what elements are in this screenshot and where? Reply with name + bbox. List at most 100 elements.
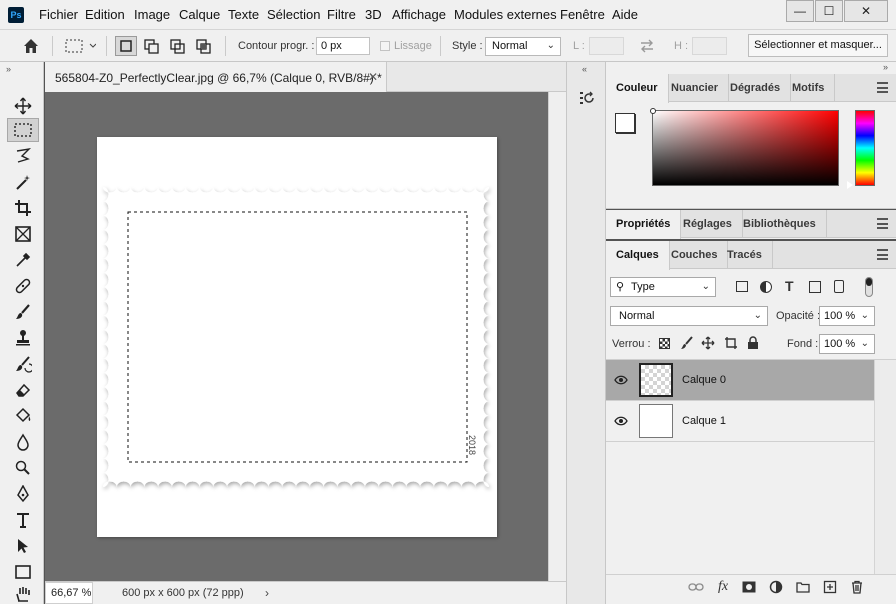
shape-layer-filter-icon[interactable] xyxy=(809,281,821,293)
layer-row-calque-0[interactable]: Calque 0 xyxy=(606,360,874,401)
adjustment-layer-filter-icon[interactable] xyxy=(760,281,772,293)
close-tab-icon[interactable]: ✕ xyxy=(368,70,378,84)
menu-image[interactable]: Image xyxy=(134,7,170,22)
crop-tool-icon[interactable] xyxy=(7,196,39,220)
canvas-area[interactable]: 2018 xyxy=(45,92,548,581)
type-layer-filter-icon[interactable]: T xyxy=(785,278,794,294)
delete-layer-icon[interactable] xyxy=(848,579,866,595)
clone-stamp-tool-icon[interactable] xyxy=(7,326,39,350)
menu-texte[interactable]: Texte xyxy=(228,7,259,22)
panel-menu-icon[interactable] xyxy=(877,249,888,260)
eraser-tool-icon[interactable] xyxy=(7,378,39,402)
expand-panel-icon[interactable]: » xyxy=(6,64,11,74)
paint-bucket-tool-icon[interactable] xyxy=(7,404,39,428)
visibility-eye-icon[interactable] xyxy=(614,415,628,427)
add-mask-icon[interactable] xyxy=(740,579,758,595)
new-selection-mode-icon[interactable] xyxy=(115,36,137,56)
tab-degrades[interactable]: Dégradés xyxy=(720,74,792,102)
new-adjustment-layer-icon[interactable] xyxy=(767,579,785,595)
new-layer-icon[interactable] xyxy=(821,579,839,595)
menu-fichier[interactable]: Fichier xyxy=(39,7,78,22)
feather-input[interactable]: 0 px xyxy=(316,37,370,55)
menu-aide[interactable]: Aide xyxy=(612,7,638,22)
type-tool-icon[interactable] xyxy=(7,508,39,532)
blend-mode-select[interactable]: Normal ⌄ xyxy=(610,306,768,326)
visibility-eye-icon[interactable] xyxy=(614,374,628,386)
layers-scrollbar[interactable] xyxy=(874,360,896,574)
layer-row-calque-1[interactable]: Calque 1 xyxy=(606,401,874,442)
menu-affichage[interactable]: Affichage xyxy=(392,7,446,22)
minimize-button[interactable]: — xyxy=(786,0,814,22)
tab-couleur[interactable]: Couleur xyxy=(606,74,669,103)
subtract-selection-mode-icon[interactable] xyxy=(167,36,189,56)
zoom-level-field[interactable]: 66,67 % xyxy=(45,582,93,604)
history-panel-icon[interactable] xyxy=(574,86,600,110)
healing-brush-tool-icon[interactable] xyxy=(7,274,39,298)
add-selection-mode-icon[interactable] xyxy=(141,36,163,56)
tab-motifs[interactable]: Motifs xyxy=(782,74,836,102)
menu-3d[interactable]: 3D xyxy=(365,7,382,22)
frame-tool-icon[interactable] xyxy=(7,222,39,246)
tab-traces[interactable]: Tracés xyxy=(717,241,773,269)
home-icon[interactable] xyxy=(22,37,40,58)
panel-menu-icon[interactable] xyxy=(877,218,888,229)
move-tool-icon[interactable] xyxy=(7,94,39,118)
blur-tool-icon[interactable] xyxy=(7,430,39,454)
collapse-right-dock-icon[interactable]: » xyxy=(883,62,888,72)
menu-edition[interactable]: Edition xyxy=(85,7,125,22)
fill-input[interactable]: 100 % ⌄ xyxy=(819,334,875,354)
rectangular-marquee-preset-icon[interactable] xyxy=(64,38,97,57)
select-and-mask-button[interactable]: Sélectionner et masquer... xyxy=(748,34,888,57)
layer-name[interactable]: Calque 0 xyxy=(682,374,726,386)
document-tab[interactable]: 565804-Z0_PerfectlyClear.jpg @ 66,7% (Ca… xyxy=(45,62,387,92)
eyedropper-tool-icon[interactable] xyxy=(7,248,39,272)
menu-calque[interactable]: Calque xyxy=(179,7,220,22)
link-layers-icon[interactable] xyxy=(687,579,705,595)
foreground-color-swatch[interactable] xyxy=(615,113,635,133)
document-canvas[interactable]: 2018 xyxy=(97,137,497,537)
width-input[interactable] xyxy=(589,37,624,55)
lock-position-icon[interactable] xyxy=(701,336,715,353)
style-select[interactable]: Normal ⌄ xyxy=(485,37,561,56)
lock-all-icon[interactable] xyxy=(747,336,759,353)
hue-slider-handle-icon[interactable] xyxy=(847,181,853,189)
layer-name[interactable]: Calque 1 xyxy=(682,415,726,427)
filter-toggle[interactable] xyxy=(865,277,873,297)
opacity-input[interactable]: 100 % ⌄ xyxy=(819,306,875,326)
panel-menu-icon[interactable] xyxy=(877,82,888,93)
tab-nuancier[interactable]: Nuancier xyxy=(661,74,730,102)
collapse-panels-icon[interactable]: « xyxy=(582,64,587,74)
hand-tool-icon[interactable] xyxy=(7,582,39,604)
menu-filtre[interactable]: Filtre xyxy=(327,7,356,22)
height-input[interactable] xyxy=(692,37,727,55)
lock-image-pixels-icon[interactable] xyxy=(680,336,694,353)
layer-filter-select[interactable]: ⚲ Type ⌄ xyxy=(610,277,716,297)
lock-artboard-icon[interactable] xyxy=(724,336,738,353)
menu-modules-externes[interactable]: Modules externes xyxy=(454,7,557,22)
smart-object-filter-icon[interactable] xyxy=(834,280,844,293)
rectangle-tool-icon[interactable] xyxy=(7,560,39,584)
path-selection-tool-icon[interactable] xyxy=(7,534,39,558)
new-group-icon[interactable] xyxy=(794,579,812,595)
status-menu-arrow-icon[interactable]: › xyxy=(265,586,269,600)
tab-bibliotheques[interactable]: Bibliothèques xyxy=(733,210,827,238)
brush-tool-icon[interactable] xyxy=(7,300,39,324)
lock-transparent-pixels-icon[interactable] xyxy=(659,338,670,349)
dodge-tool-icon[interactable] xyxy=(7,456,39,480)
antialias-checkbox[interactable] xyxy=(380,41,390,51)
pixel-layer-filter-icon[interactable] xyxy=(736,281,748,292)
maximize-button[interactable]: ☐ xyxy=(815,0,843,22)
hue-slider[interactable] xyxy=(855,110,875,186)
color-picker-field[interactable] xyxy=(652,110,839,186)
lasso-tool-icon[interactable] xyxy=(7,144,39,168)
color-picker-cursor-icon[interactable] xyxy=(650,108,656,114)
history-brush-tool-icon[interactable] xyxy=(7,352,39,376)
tab-proprietes[interactable]: Propriétés xyxy=(606,210,682,239)
magic-wand-tool-icon[interactable] xyxy=(7,170,39,194)
marquee-tool-icon[interactable] xyxy=(7,118,39,142)
vertical-scrollbar[interactable] xyxy=(548,92,566,581)
layer-effects-icon[interactable]: fx xyxy=(714,579,732,595)
intersect-selection-mode-icon[interactable] xyxy=(193,36,215,56)
close-button[interactable]: ✕ xyxy=(844,0,888,22)
menu-fenetre[interactable]: Fenêtre xyxy=(560,7,605,22)
